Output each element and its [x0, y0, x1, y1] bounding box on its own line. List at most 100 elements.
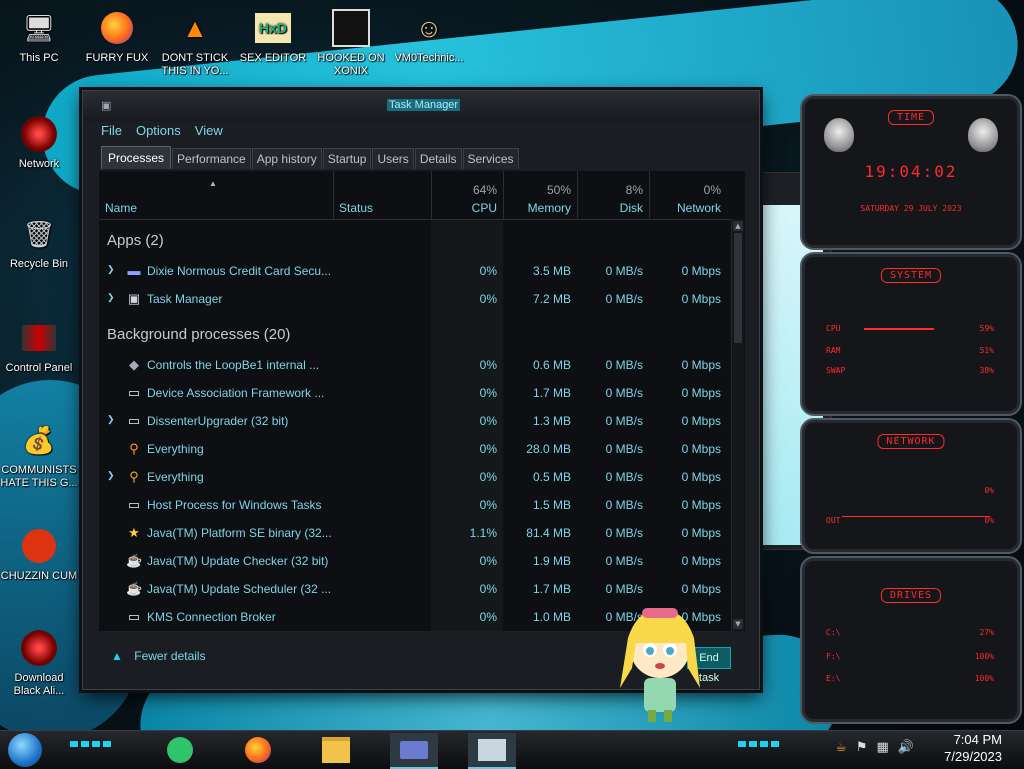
network-icon[interactable]: ▦	[877, 740, 889, 755]
desktop-icon-label: This PC	[19, 52, 59, 64]
column-name[interactable]: Name	[99, 171, 334, 219]
drive-row: E:\ 100%	[826, 674, 994, 683]
chat-icon[interactable]	[156, 733, 204, 767]
tab-users[interactable]: Users	[372, 148, 414, 169]
firefox-icon[interactable]	[234, 733, 282, 767]
desktop-icon-communists[interactable]: 💰 COMMUNISTS HATE THIS G...	[0, 420, 78, 490]
column-disk[interactable]: 8% Disk	[577, 171, 650, 219]
menu-file[interactable]: File	[101, 123, 122, 138]
column-status[interactable]: Status	[333, 171, 432, 219]
system-ram-row: RAM 51%	[826, 346, 994, 355]
desktop-icon-label: CHUZZIN CUM	[0, 570, 78, 582]
process-row[interactable]: ◆ Controls the LoopBe1 internal ... 0% 0.6 …	[99, 351, 731, 379]
expand-chevron-icon[interactable]: ❯	[107, 264, 115, 275]
file-explorer-icon[interactable]	[312, 733, 360, 767]
desktop-icon-network[interactable]: Network	[0, 114, 78, 171]
process-name: Dixie Normous Credit Card Secu...	[147, 264, 332, 278]
process-name: Java(TM) Platform SE binary (32...	[147, 526, 332, 540]
tab-performance[interactable]: Performance	[172, 148, 251, 169]
flag-icon[interactable]: ⚑	[856, 740, 868, 755]
process-network-value: 0 Mbps	[681, 442, 721, 456]
alien-icon	[19, 628, 59, 668]
scrollbar-thumb[interactable]	[734, 233, 742, 343]
credit-card-icon: ▬	[127, 263, 141, 278]
credit-card-icon[interactable]	[390, 733, 438, 769]
vlc-icon: ▲	[182, 12, 208, 43]
recycle-bin-icon: 🗑	[22, 218, 56, 249]
process-cpu-value: 0%	[479, 292, 497, 306]
desktop-icon-label: FURRY FUX	[85, 52, 149, 64]
column-cpu[interactable]: 64% CPU	[431, 171, 504, 219]
network-out-value: 0%	[984, 516, 994, 525]
process-memory-value: 1.3 MB	[532, 414, 571, 428]
tab-processes[interactable]: Processes	[101, 146, 172, 169]
desktop-icon-vm0technic[interactable]: ☺ VM0Technic...	[390, 8, 468, 65]
process-network-value: 0 Mbps	[681, 526, 721, 540]
scroll-up-icon[interactable]: ▲	[733, 221, 743, 231]
process-name: Everything	[147, 442, 204, 456]
process-row[interactable]: ❯ ▭ DissenterUpgrader (32 bit) 0% 1.3 MB 0 MB…	[99, 407, 731, 435]
process-memory-value: 3.5 MB	[532, 264, 571, 278]
menu-options[interactable]: Options	[136, 123, 181, 138]
process-disk-value: 0 MB/s	[605, 470, 643, 484]
start-orb-icon[interactable]	[8, 733, 42, 767]
process-network-value: 0 Mbps	[681, 386, 721, 400]
process-name: Controls the LoopBe1 internal ...	[147, 358, 320, 372]
cpu-total-percent: 64%	[472, 183, 497, 197]
process-row[interactable]: ❯ ▬ Dixie Normous Credit Card Secu... 0% 3.5…	[99, 257, 731, 285]
alien-head-icon	[824, 118, 854, 152]
process-group-header: Background processes (20)	[107, 326, 291, 343]
taskbar-clock[interactable]: 7:04 PM 7/29/2023	[944, 731, 1002, 765]
desktop-icon-label: DONT STICK THIS IN YO...	[161, 52, 229, 77]
tab-app-history[interactable]: App history	[251, 148, 322, 169]
doctor-icon: ☺	[415, 12, 443, 43]
tab-strip: Processes Performance App history Startu…	[101, 146, 520, 169]
process-row[interactable]: ⚲ Everything 0% 28.0 MB 0 MB/s 0 Mbps	[99, 435, 731, 463]
taskbar-decoration	[70, 741, 114, 747]
rainmeter-clock: 19:04:02	[864, 162, 958, 181]
column-memory[interactable]: 50% Memory	[503, 171, 578, 219]
drive-label: E:\	[826, 674, 841, 683]
process-row[interactable]: ▭ Device Association Framework ... 0% 1.7 M…	[99, 379, 731, 407]
network-graph	[842, 516, 990, 517]
magnifier-icon: ⚲	[129, 441, 139, 456]
fewer-details-button[interactable]: ▲ Fewer details	[111, 649, 206, 663]
menu-view[interactable]: View	[195, 123, 223, 138]
desktop-icon-chuzzin-cum[interactable]: CHUZZIN CUM	[0, 526, 78, 583]
desktop-icon-this-pc[interactable]: 🖥 This PC	[0, 8, 78, 65]
process-row[interactable]: ❯ ⚲ Everything 0% 0.5 MB 0 MB/s 0 Mbps	[99, 463, 731, 491]
process-row[interactable]: ★ Java(TM) Platform SE binary (32... 1.1% 8…	[99, 519, 731, 547]
process-memory-value: 1.7 MB	[532, 582, 571, 596]
process-memory-value: 28.0 MB	[526, 442, 571, 456]
scroll-down-icon[interactable]: ▼	[733, 619, 743, 629]
rainmeter-date: SATURDAY 29 JULY 2023	[860, 204, 962, 213]
clock-date: 7/29/2023	[944, 749, 1002, 764]
desktop-icon-vlc[interactable]: ▲ DONT STICK THIS IN YO...	[156, 8, 234, 78]
desktop-icon-download-black-alien[interactable]: Download Black Ali...	[0, 628, 78, 698]
tab-startup[interactable]: Startup	[322, 148, 372, 169]
desktop-icon-control-panel[interactable]: Control Panel	[0, 318, 78, 375]
magnifier-icon: ⚲	[129, 469, 139, 484]
task-manager-icon[interactable]	[468, 733, 516, 769]
expand-chevron-icon[interactable]: ❯	[107, 470, 115, 481]
tab-services[interactable]: Services	[462, 148, 519, 169]
vertical-scrollbar[interactable]: ▲ ▼	[731, 219, 744, 631]
expand-chevron-icon[interactable]: ❯	[107, 292, 115, 303]
title-bar[interactable]: ▣ Task Manager	[83, 91, 759, 121]
system-tray: ☕ ⚑ ▦ 🔊	[835, 740, 914, 755]
volume-icon[interactable]: 🔊	[898, 740, 914, 755]
java-icon[interactable]: ☕	[835, 740, 847, 755]
column-status-label: Status	[339, 201, 374, 215]
desktop-icon-label: COMMUNISTS HATE THIS G...	[0, 464, 78, 489]
process-row[interactable]: ☕ Java(TM) Update Checker (32 bit) 0% 1.9 M…	[99, 547, 731, 575]
process-row[interactable]: ❯ ▣ Task Manager 0% 7.2 MB 0 MB/s 0 Mbps	[99, 285, 731, 313]
desktop-icon-sex-editor[interactable]: HxD SEX EDITOR	[234, 8, 312, 65]
desktop-icon-hooked-on-xonix[interactable]: HOOKED ON XONIX	[312, 8, 390, 78]
process-row[interactable]: ▭ Host Process for Windows Tasks 0% 1.5 MB 0…	[99, 491, 731, 519]
desktop-icon-furry-fux[interactable]: FURRY FUX	[78, 8, 156, 65]
expand-chevron-icon[interactable]: ❯	[107, 414, 115, 425]
tab-details[interactable]: Details	[414, 148, 462, 169]
process-cpu-value: 0%	[479, 582, 497, 596]
desktop-icon-recycle-bin[interactable]: 🗑 Recycle Bin	[0, 214, 78, 271]
column-network[interactable]: 0% Network	[649, 171, 727, 219]
